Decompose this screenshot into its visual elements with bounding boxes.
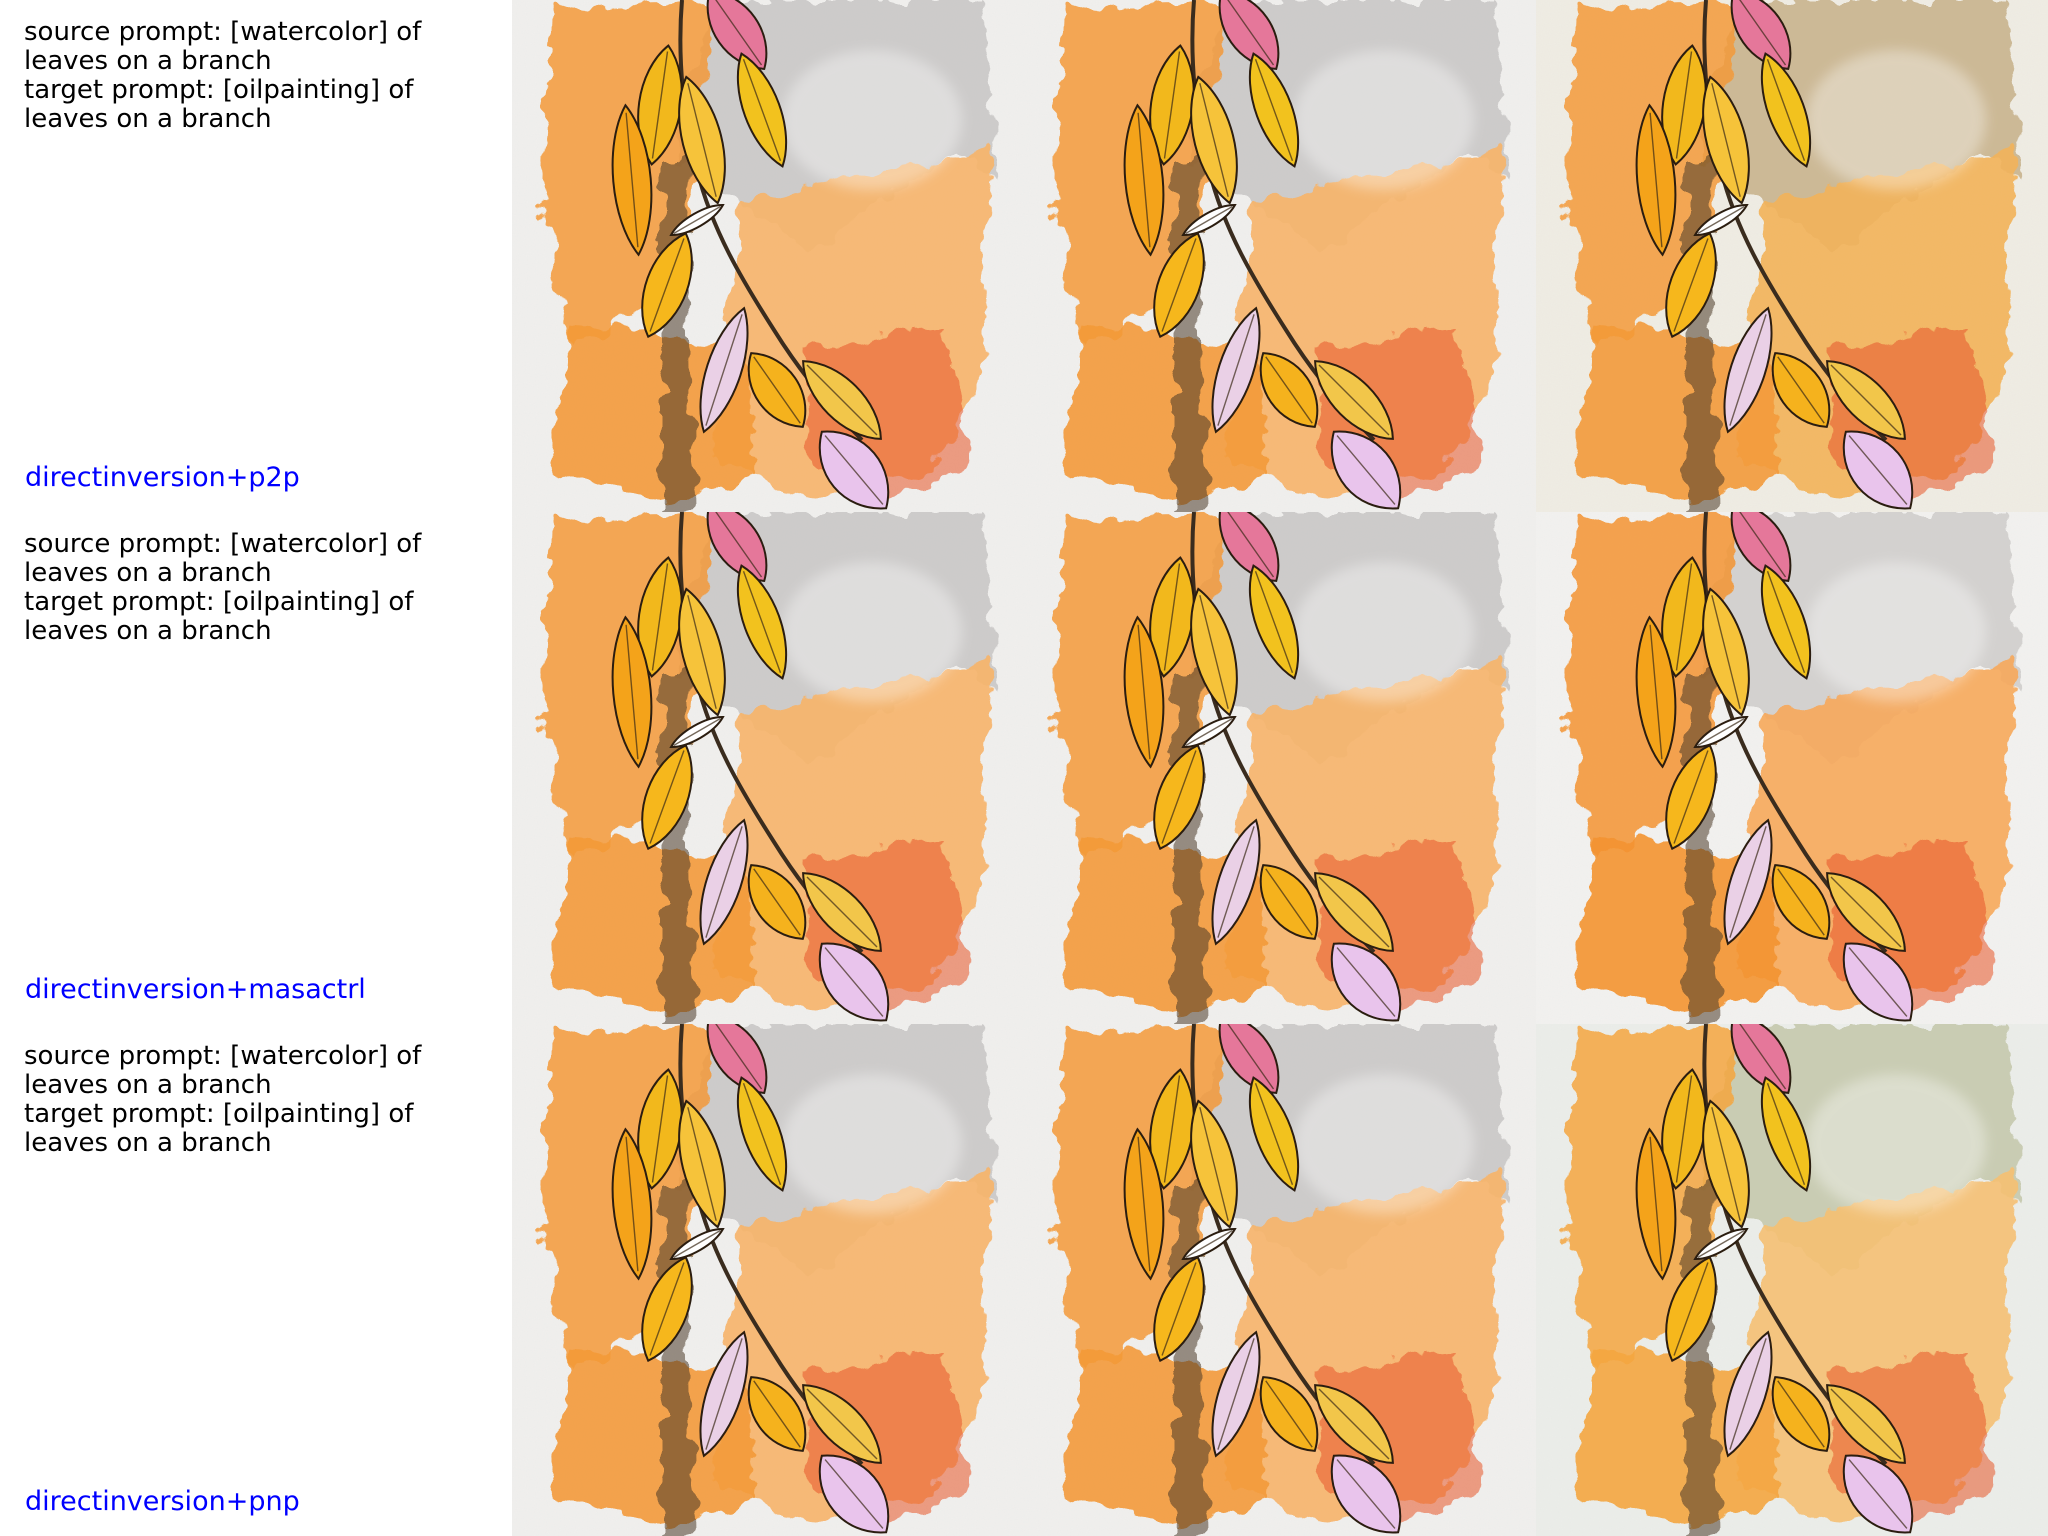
method-label: directinversion+p2p	[25, 462, 300, 493]
edited-image	[1536, 0, 2048, 512]
source-prompt: source prompt: [watercolor] of leaves on…	[24, 17, 422, 76]
comparison-row: source prompt: [watercolor] of leaves on…	[0, 0, 2048, 512]
target-prompt: target prompt: [oilpainting] of leaves o…	[24, 587, 414, 646]
edited-image	[1536, 512, 2048, 1024]
reconstruction-image	[1024, 512, 1536, 1024]
target-prompt: target prompt: [oilpainting] of leaves o…	[24, 1099, 414, 1158]
prompt-text: source prompt: [watercolor] of leaves on…	[24, 18, 504, 134]
comparison-row: source prompt: [watercolor] of leaves on…	[0, 512, 2048, 1024]
source-image	[512, 1024, 1024, 1536]
edited-image	[1536, 1024, 2048, 1536]
source-image	[512, 512, 1024, 1024]
prompt-text: source prompt: [watercolor] of leaves on…	[24, 530, 504, 646]
prompt-text: source prompt: [watercolor] of leaves on…	[24, 1042, 504, 1158]
comparison-row: source prompt: [watercolor] of leaves on…	[0, 1024, 2048, 1536]
source-prompt: source prompt: [watercolor] of leaves on…	[24, 1041, 422, 1100]
method-label: directinversion+pnp	[25, 1486, 300, 1517]
source-prompt: source prompt: [watercolor] of leaves on…	[24, 529, 422, 588]
comparison-grid: source prompt: [watercolor] of leaves on…	[0, 0, 2048, 1536]
target-prompt: target prompt: [oilpainting] of leaves o…	[24, 75, 414, 134]
row-label-panel: source prompt: [watercolor] of leaves on…	[0, 512, 512, 1024]
reconstruction-image	[1024, 1024, 1536, 1536]
reconstruction-image	[1024, 0, 1536, 512]
method-label: directinversion+masactrl	[25, 974, 366, 1005]
row-label-panel: source prompt: [watercolor] of leaves on…	[0, 1024, 512, 1536]
row-label-panel: source prompt: [watercolor] of leaves on…	[0, 0, 512, 512]
source-image	[512, 0, 1024, 512]
